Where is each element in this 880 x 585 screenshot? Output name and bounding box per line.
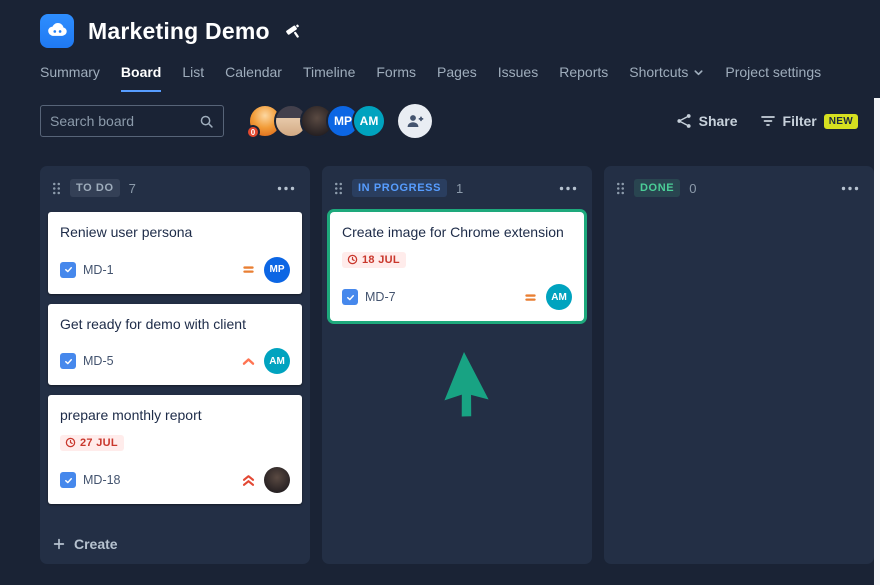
drag-handle-icon[interactable] xyxy=(334,181,343,196)
column-count: 1 xyxy=(456,181,463,196)
vertical-scrollbar[interactable] xyxy=(874,98,880,585)
filter-icon xyxy=(760,113,776,129)
issue-key: MD-18 xyxy=(83,473,121,487)
tab-board[interactable]: Board xyxy=(121,64,161,92)
search-board-box xyxy=(40,105,224,137)
priority-high-icon xyxy=(241,354,256,369)
card-title: Get ready for demo with client xyxy=(60,315,290,335)
tab-issues[interactable]: Issues xyxy=(498,64,538,92)
clock-icon xyxy=(347,254,358,265)
tab-shortcuts[interactable]: Shortcuts xyxy=(629,64,704,92)
card-md-5[interactable]: Get ready for demo with client MD-5 AM xyxy=(48,304,302,386)
card-title: Reniew user persona xyxy=(60,223,290,243)
avatar-badge: 0 xyxy=(246,125,260,139)
kanban-board: TO DO 7 Reniew user persona MD-1 xyxy=(0,166,880,564)
member-avatar-am[interactable]: AM xyxy=(352,104,386,138)
card-md-7[interactable]: Create image for Chrome extension 18 JUL… xyxy=(330,212,584,321)
column-header: TO DO 7 xyxy=(40,166,310,204)
page-title: Marketing Demo xyxy=(88,18,270,45)
column-header: DONE 0 xyxy=(604,166,874,204)
filter-button[interactable]: Filter NEW xyxy=(760,113,858,129)
tab-forms[interactable]: Forms xyxy=(376,64,416,92)
drag-handle-icon[interactable] xyxy=(616,181,625,196)
priority-highest-icon xyxy=(241,473,256,488)
project-nav: Summary Board List Calendar Timeline For… xyxy=(0,48,880,92)
column-count: 0 xyxy=(689,181,696,196)
assignee-avatar: MP xyxy=(264,257,290,283)
toolbar-actions: Share Filter NEW xyxy=(676,113,858,129)
due-date-chip: 18 JUL xyxy=(342,252,406,268)
tab-project-settings[interactable]: Project settings xyxy=(725,64,821,92)
assignee-avatar: AM xyxy=(264,348,290,374)
card-title: prepare monthly report xyxy=(60,406,290,426)
column-menu-icon[interactable] xyxy=(838,183,862,194)
drag-handle-icon[interactable] xyxy=(52,181,61,196)
card-title: Create image for Chrome extension xyxy=(342,223,572,243)
column-cards: Reniew user persona MD-1 MP Get ready f xyxy=(40,204,310,526)
task-type-icon xyxy=(60,353,76,369)
column-cards: Create image for Chrome extension 18 JUL… xyxy=(322,204,592,564)
column-cards xyxy=(604,204,874,564)
priority-medium-icon xyxy=(241,262,256,277)
column-name: IN PROGRESS xyxy=(352,179,447,197)
plus-icon xyxy=(52,537,66,551)
task-type-icon xyxy=(60,262,76,278)
priority-medium-icon xyxy=(523,290,538,305)
column-todo: TO DO 7 Reniew user persona MD-1 xyxy=(40,166,310,564)
due-date-chip: 27 JUL xyxy=(60,435,124,451)
clock-icon xyxy=(65,437,76,448)
tab-pages[interactable]: Pages xyxy=(437,64,477,92)
issue-key: MD-5 xyxy=(83,354,114,368)
column-count: 7 xyxy=(129,181,136,196)
task-type-icon xyxy=(342,289,358,305)
search-icon xyxy=(199,114,214,129)
card-md-18[interactable]: prepare monthly report 27 JUL MD-18 xyxy=(48,395,302,504)
project-header: Marketing Demo xyxy=(0,0,880,48)
column-in-progress: IN PROGRESS 1 Create image for Chrome ex… xyxy=(322,166,592,564)
tab-timeline[interactable]: Timeline xyxy=(303,64,355,92)
tab-list[interactable]: List xyxy=(182,64,204,92)
issue-key: MD-7 xyxy=(365,290,396,304)
share-icon xyxy=(676,113,692,129)
tab-calendar[interactable]: Calendar xyxy=(225,64,282,92)
column-name: DONE xyxy=(634,179,680,197)
paint-roller-icon[interactable] xyxy=(286,23,303,40)
board-toolbar: 0 MP AM Share Filter NEW xyxy=(0,104,880,138)
search-input[interactable] xyxy=(50,113,193,129)
cloud-mascot-icon xyxy=(42,16,72,46)
tab-reports[interactable]: Reports xyxy=(559,64,608,92)
share-button[interactable]: Share xyxy=(676,113,738,129)
issue-key: MD-1 xyxy=(83,263,114,277)
project-logo xyxy=(40,14,74,48)
add-people-button[interactable] xyxy=(398,104,432,138)
column-menu-icon[interactable] xyxy=(556,183,580,194)
column-header: IN PROGRESS 1 xyxy=(322,166,592,204)
card-md-1[interactable]: Reniew user persona MD-1 MP xyxy=(48,212,302,294)
board-members: 0 MP AM xyxy=(248,104,432,138)
column-name: TO DO xyxy=(70,179,120,197)
assignee-avatar: AM xyxy=(546,284,572,310)
chevron-down-icon xyxy=(693,67,704,78)
column-done: DONE 0 xyxy=(604,166,874,564)
new-feature-badge: NEW xyxy=(824,114,858,129)
person-add-icon xyxy=(406,112,424,130)
assignee-avatar-photo xyxy=(264,467,290,493)
column-menu-icon[interactable] xyxy=(274,183,298,194)
tab-summary[interactable]: Summary xyxy=(40,64,100,92)
create-issue-button[interactable]: Create xyxy=(40,526,310,564)
task-type-icon xyxy=(60,472,76,488)
